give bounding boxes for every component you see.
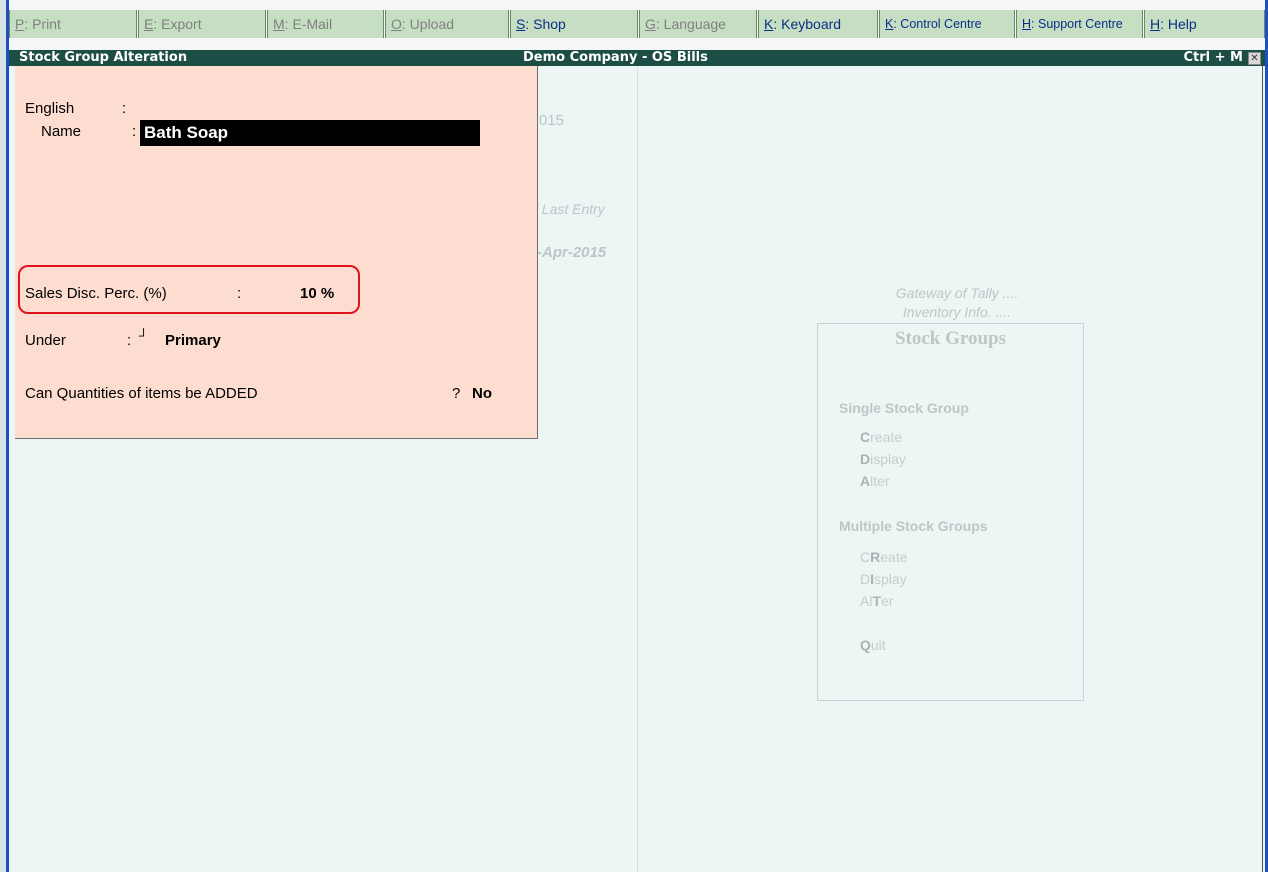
email-key: M	[273, 16, 285, 32]
company-name: Demo Company - OS Bills	[523, 50, 708, 65]
create-label: reate	[870, 429, 903, 445]
control-centre-button[interactable]: K: Control Centre	[879, 10, 1015, 38]
add-quantities-field[interactable]: No	[472, 385, 492, 402]
keyboard-label: : Keyboard	[773, 16, 842, 32]
upload-button[interactable]: O: Upload	[385, 10, 509, 38]
single-stock-group-heading: Single Stock Group	[839, 400, 969, 416]
multi-alter-label: er	[881, 593, 894, 609]
menu-item-multi-display[interactable]: DIsplay	[860, 571, 907, 587]
alter-hotkey: A	[860, 473, 871, 489]
shop-button[interactable]: S: Shop	[510, 10, 638, 38]
multi-create-pre: C	[860, 549, 871, 565]
support-centre-label: : Support Centre	[1031, 17, 1123, 31]
stock-groups-title: Stock Groups	[894, 328, 1007, 349]
help-label: : Help	[1160, 16, 1197, 32]
keyboard-button[interactable]: K: Keyboard	[758, 10, 878, 38]
english-colon: :	[122, 100, 127, 117]
gateway-caption: Gateway of Tally ....	[895, 285, 1019, 301]
export-key: E	[144, 16, 154, 32]
print-key: P	[15, 16, 25, 32]
under-label: Under	[25, 332, 66, 349]
create-hotkey: C	[860, 429, 871, 445]
english-label: English	[25, 100, 75, 117]
sub-group-marker-icon: ┘	[139, 328, 149, 343]
help-key: H	[1150, 16, 1161, 32]
support-centre-key: H	[1022, 17, 1032, 31]
language-label: : Language	[655, 16, 726, 32]
background-period-text: 015	[539, 112, 565, 129]
close-icon[interactable]: ✕	[1248, 52, 1261, 65]
multiple-stock-groups-heading: Multiple Stock Groups	[839, 518, 988, 534]
export-button[interactable]: E: Export	[138, 10, 266, 38]
name-colon: :	[132, 123, 137, 140]
email-button[interactable]: M: E-Mail	[267, 10, 384, 38]
menu-item-create[interactable]: Create	[860, 429, 902, 445]
under-colon: :	[127, 332, 132, 349]
display-hotkey: D	[860, 451, 871, 467]
right-divider	[1262, 62, 1263, 872]
quit-label: uit	[870, 637, 886, 653]
inventory-info-caption: Inventory Info. ....	[902, 304, 1012, 320]
language-button[interactable]: G: Language	[639, 10, 757, 38]
export-label: : Export	[153, 16, 202, 32]
alter-label: lter	[870, 473, 890, 489]
multi-create-label: eate	[880, 549, 908, 565]
control-centre-label: : Control Centre	[893, 17, 982, 31]
keyboard-key: K	[764, 16, 774, 32]
minimize-shortcut[interactable]: Ctrl + M	[1183, 50, 1243, 66]
multi-display-label: splay	[874, 571, 907, 587]
sales-discount-colon: :	[237, 285, 242, 302]
print-label: : Print	[24, 16, 61, 32]
menu-item-multi-alter[interactable]: AlTer	[860, 593, 893, 609]
shop-label: : Shop	[525, 16, 566, 32]
upload-key: O	[391, 16, 402, 32]
sales-discount-label: Sales Disc. Perc. (%)	[25, 285, 167, 302]
multi-create-hotkey: R	[870, 549, 881, 565]
add-quantities-question: ?	[452, 385, 461, 402]
screen-title: Stock Group Alteration	[19, 50, 188, 65]
upload-label: : Upload	[401, 16, 455, 32]
menu-item-display[interactable]: Display	[860, 451, 906, 467]
menu-item-quit[interactable]: Quit	[860, 637, 886, 653]
menu-item-multi-create[interactable]: CReate	[860, 549, 908, 565]
window-left-border	[6, 0, 9, 872]
multi-alter-hotkey: T	[872, 593, 882, 609]
email-label: : E-Mail	[284, 16, 333, 32]
language-key: G	[645, 16, 656, 32]
background-last-entry-date: -Apr-2015	[537, 244, 607, 261]
multi-display-pre: D	[860, 571, 871, 587]
quit-hotkey: Q	[860, 637, 871, 653]
multi-alter-pre: Al	[860, 593, 873, 609]
title-bar: Stock Group Alteration Demo Company - OS…	[9, 50, 1265, 66]
name-input[interactable]: Bath Soap	[140, 120, 480, 146]
support-centre-button[interactable]: H: Support Centre	[1016, 10, 1143, 38]
stock-groups-menu: Stock Groups Single Stock Group Create D…	[817, 323, 1084, 701]
sales-discount-field[interactable]: 10 %	[300, 285, 334, 302]
name-label: Name	[41, 123, 82, 140]
add-quantities-label: Can Quantities of items be ADDED	[25, 385, 258, 402]
print-button[interactable]: P: Print	[9, 10, 137, 38]
panel-divider	[637, 66, 638, 872]
background-last-entry-label: f Last Entry	[534, 201, 605, 217]
help-button[interactable]: H: Help	[1144, 10, 1265, 38]
stock-group-alteration-form: English : Name : Bath Soap Sales Disc. P…	[15, 66, 538, 439]
menu-item-alter[interactable]: Alter	[860, 473, 890, 489]
display-label: isplay	[870, 451, 906, 467]
shop-key: S	[516, 16, 526, 32]
under-field[interactable]: Primary	[165, 332, 221, 349]
button-bar: P: Print E: Export M: E-Mail O: Upload S…	[9, 0, 1265, 50]
